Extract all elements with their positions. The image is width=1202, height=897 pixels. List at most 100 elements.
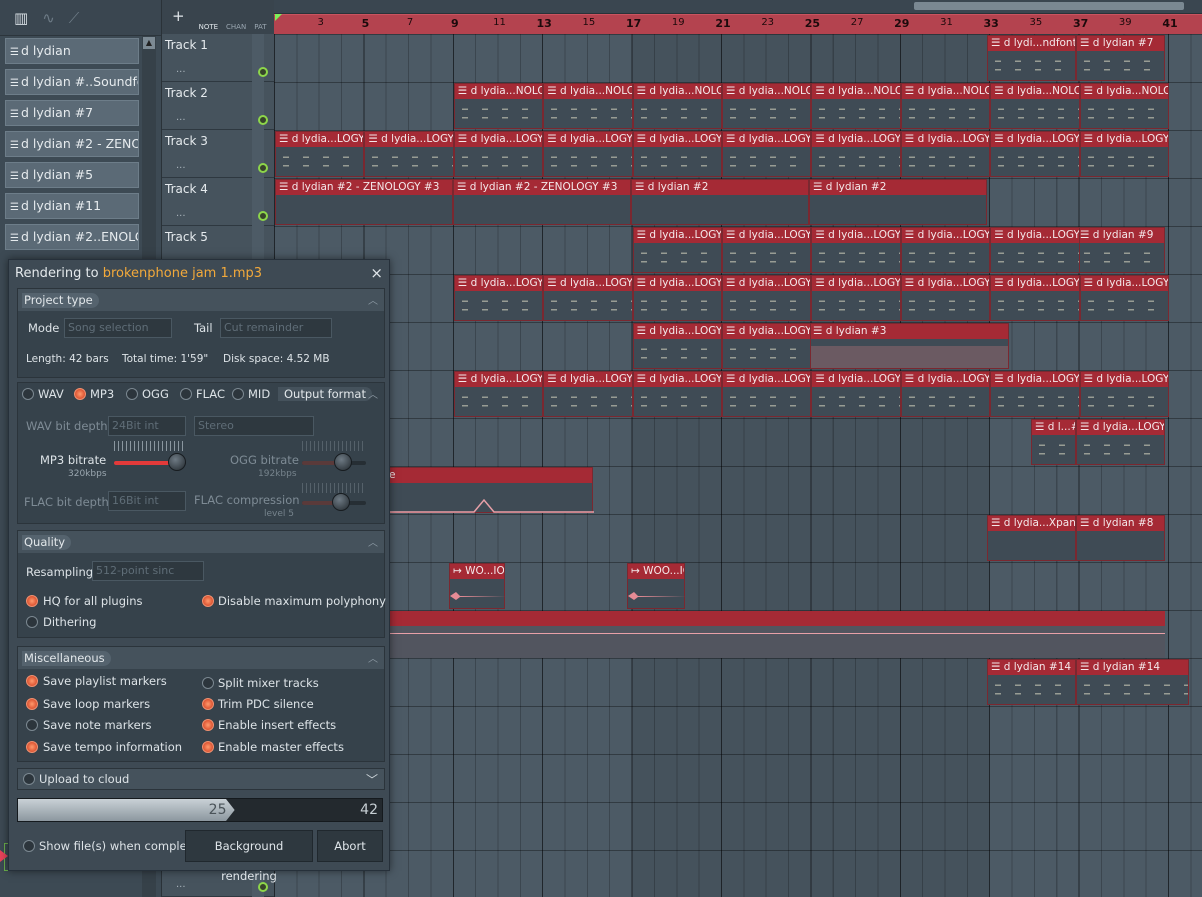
- playhead-icon[interactable]: [275, 14, 282, 21]
- ogg-radio[interactable]: [126, 388, 138, 400]
- pattern-clip[interactable]: ☰ d lydia...LOGY #7: [1079, 371, 1169, 417]
- pattern-clip[interactable]: ☰ d lydia...NOLOGY: [543, 83, 633, 129]
- ogg-bitrate-knob[interactable]: [334, 453, 352, 471]
- show-files-toggle[interactable]: [23, 840, 35, 852]
- pattern-clip[interactable]: ☰ d lydia...LOGY #6: [1079, 275, 1169, 321]
- channels-select[interactable]: Stereo: [194, 416, 314, 436]
- expand-icon[interactable]: ﹀: [366, 771, 378, 788]
- pattern-clip[interactable]: ☰ d lydia...LOGY #6: [453, 275, 544, 321]
- pattern-grid-icon[interactable]: ▥: [14, 9, 28, 27]
- pattern-clip[interactable]: ☰ d lydi...ndfont 2: [987, 35, 1076, 81]
- abort-button[interactable]: Abort: [317, 830, 383, 862]
- collapse-icon[interactable]: ︿: [368, 292, 378, 307]
- mp3-bitrate-knob[interactable]: [168, 453, 187, 471]
- pattern-clip[interactable]: ☰ d lydia...LOGY #2: [811, 131, 901, 177]
- pattern-clip[interactable]: ☰ d lydia...LOGY #4: [900, 227, 991, 273]
- pattern-clip[interactable]: ☰ d lydia...NOLOGY: [722, 83, 812, 129]
- track-header[interactable]: Track 3...: [162, 130, 274, 178]
- pattern-item[interactable]: ☰d lydian #2 - ZENOLOGY: [5, 131, 139, 157]
- chan-tool[interactable]: CHAN: [226, 23, 246, 31]
- audio-clip[interactable]: ↦ WOO...ION: [627, 563, 686, 609]
- pattern-clip[interactable]: ☰ d lydia...LOGY #2: [453, 131, 544, 177]
- upload-toggle[interactable]: [23, 773, 35, 785]
- add-icon[interactable]: +: [172, 7, 185, 25]
- pattern-clip[interactable]: ☰ d lydia...LOGY #2: [900, 131, 991, 177]
- disable-polyphony-toggle[interactable]: [202, 595, 214, 607]
- pattern-clip[interactable]: ☰ d lydia...LOGY #7: [900, 371, 991, 417]
- split-mixer-toggle[interactable]: [202, 677, 214, 689]
- resampling-select[interactable]: 512-point sinc: [92, 561, 204, 581]
- pattern-clip[interactable]: ☰ d lydia...LOGY #6: [543, 275, 633, 321]
- flac-radio[interactable]: [180, 388, 192, 400]
- pattern-clip[interactable]: ☰ d lydia...LOGY #2: [364, 131, 454, 177]
- long-clip-body[interactable]: [385, 626, 1165, 658]
- pattern-clip[interactable]: ☰ d lydian #7: [1076, 35, 1165, 81]
- pattern-clip[interactable]: ☰ d lydian #14: [987, 659, 1076, 705]
- section-header[interactable]: Miscellaneous: [22, 651, 111, 666]
- hq-plugins-toggle[interactable]: [26, 595, 38, 607]
- pattern-clip[interactable]: ☰ d lydia...LOGY #6: [900, 275, 991, 321]
- track-mute-led[interactable]: [258, 211, 268, 221]
- save-playlist-markers-toggle[interactable]: [26, 675, 38, 687]
- pattern-clip[interactable]: ☰ d lydia...NOLOGY: [900, 83, 991, 129]
- section-header[interactable]: Quality: [22, 535, 72, 550]
- audio-clip[interactable]: e: [385, 467, 594, 513]
- tail-select[interactable]: Cut remainder: [220, 318, 332, 338]
- master-effects-toggle[interactable]: [202, 741, 214, 753]
- pattern-clip[interactable]: ☰ d lydia...LOGY #5: [722, 323, 812, 369]
- pattern-item[interactable]: ☰ d lydian #7: [5, 100, 139, 126]
- pattern-item[interactable]: ☰ d lydian: [5, 38, 139, 64]
- track-header[interactable]: Track 4...: [162, 178, 274, 226]
- dithering-toggle[interactable]: [26, 616, 38, 628]
- long-clip-header[interactable]: [385, 611, 1165, 626]
- pattern-clip[interactable]: ☰ d lydia...LOGY #7: [632, 371, 722, 417]
- pattern-clip[interactable]: ☰ d lydian #14: [1076, 659, 1189, 705]
- pattern-clip[interactable]: ☰ d lydia...NOLOGY: [811, 83, 901, 129]
- pattern-clip[interactable]: ☰ d lydia...LOGY #6: [632, 275, 722, 321]
- track-header[interactable]: Track 1...: [162, 34, 274, 82]
- pattern-clip[interactable]: ☰ d lydian #2 - ZENOLOGY #3: [275, 179, 453, 225]
- save-loop-markers-toggle[interactable]: [26, 698, 38, 710]
- pattern-clip[interactable]: ☰ d lydia...LOGY #8: [1076, 419, 1165, 465]
- pattern-clip[interactable]: ☰ d lydia...LOGY #7: [811, 371, 901, 417]
- pattern-clip[interactable]: ☰ d lydia...LOGY #6: [990, 275, 1080, 321]
- flac-bit-depth-select[interactable]: 16Bit int: [108, 491, 186, 511]
- pattern-clip[interactable]: ☰ d lydia...LOGY #6: [722, 275, 812, 321]
- mode-select[interactable]: Song selection: [64, 318, 172, 338]
- pattern-clip[interactable]: ☰ d lydia...LOGY #2: [722, 131, 812, 177]
- pattern-clip[interactable]: ☰ d lydia...LOGY #2: [543, 131, 633, 177]
- upload-to-cloud-row[interactable]: Upload to cloud ﹀: [17, 768, 385, 790]
- pattern-clip[interactable]: ☰ d lydia...LOGY #4: [722, 227, 812, 273]
- pat-tool[interactable]: PAT: [254, 23, 266, 31]
- pattern-clip[interactable]: ☰ d lydia...LOGY #7: [990, 371, 1080, 417]
- insert-effects-toggle[interactable]: [202, 719, 214, 731]
- wav-radio[interactable]: [22, 388, 34, 400]
- pattern-clip[interactable]: ☰ d lydia...LOGY #4: [990, 227, 1080, 273]
- save-tempo-toggle[interactable]: [26, 741, 38, 753]
- pattern-clip[interactable]: ☰ d lydia...LOGY #2: [990, 131, 1080, 177]
- pattern-clip[interactable]: ☰ d lydian #8: [1076, 515, 1165, 561]
- track-mute-led[interactable]: [258, 115, 268, 125]
- pattern-clip[interactable]: ☰ d l...#8: [1031, 419, 1076, 465]
- background-rendering-button[interactable]: Background rendering: [185, 830, 313, 883]
- track-header[interactable]: Track 2...: [162, 82, 274, 130]
- horizontal-scrollbar[interactable]: [914, 2, 1184, 10]
- pattern-clip[interactable]: ☰ d lydian #3: [809, 323, 1009, 369]
- pattern-item[interactable]: ☰ d lydian #5: [5, 162, 139, 188]
- save-note-markers-toggle[interactable]: [26, 719, 38, 731]
- pattern-clip[interactable]: ☰ d lydia...LOGY #2: [275, 131, 365, 177]
- pattern-item[interactable]: ☰ d lydian #11: [5, 193, 139, 219]
- mp3-radio[interactable]: [74, 388, 86, 400]
- pattern-clip[interactable]: ☰ d lydia...LOGY #2: [1079, 131, 1169, 177]
- collapse-icon[interactable]: ︿: [368, 650, 378, 665]
- pattern-clip[interactable]: ☰ d lydia...LOGY #4: [811, 227, 901, 273]
- pattern-clip[interactable]: ☰ d lydia...LOGY #7: [543, 371, 633, 417]
- audio-clip[interactable]: ↦ WO...ION: [449, 563, 506, 609]
- pattern-clip[interactable]: ☰ d lydian #2: [631, 179, 809, 225]
- wav-bit-depth-select[interactable]: 24Bit int: [108, 416, 186, 436]
- pattern-clip[interactable]: ☰ d lydia...NOLOGY: [990, 83, 1080, 129]
- track-mute-led[interactable]: [258, 163, 268, 173]
- pattern-clip[interactable]: ☰ d lydia...LOGY #7: [453, 371, 544, 417]
- pattern-clip[interactable]: ☰ d lydian #2: [809, 179, 987, 225]
- section-header[interactable]: Project type: [22, 293, 99, 308]
